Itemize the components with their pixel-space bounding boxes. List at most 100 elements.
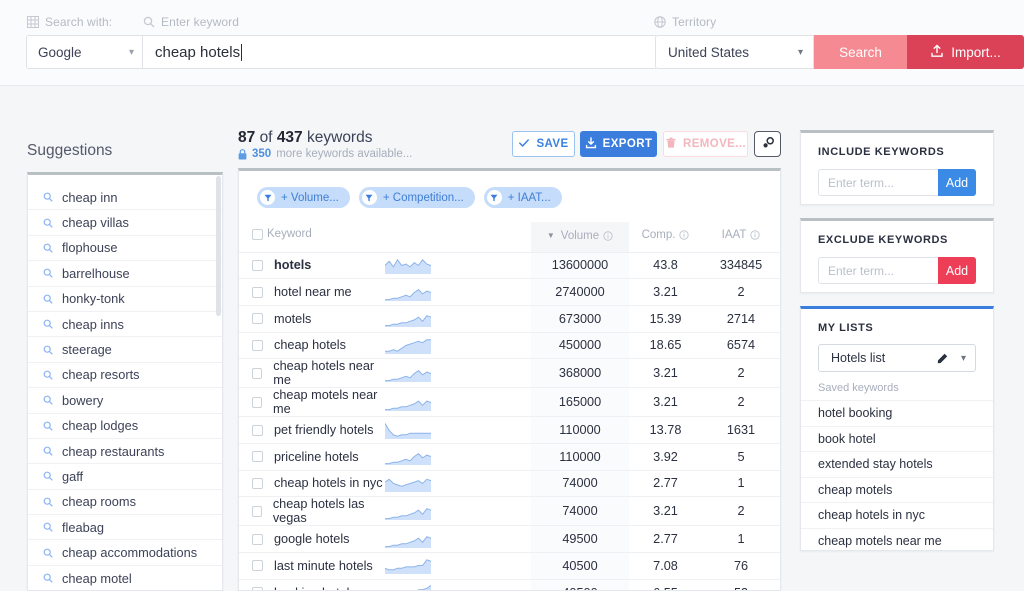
suggestion-label: cheap lodges — [62, 418, 138, 433]
column-keyword[interactable]: Keyword — [239, 222, 385, 252]
row-checkbox[interactable] — [252, 560, 263, 571]
table-row[interactable]: pet friendly hotels11000013.781631 — [239, 417, 780, 444]
suggestion-item[interactable]: cheap restaurants — [28, 439, 222, 464]
table-row[interactable]: cheap hotels las vegas740003.212 — [239, 497, 780, 526]
include-add-button[interactable]: Add — [938, 169, 976, 196]
settings-button[interactable] — [754, 131, 781, 157]
suggestion-item[interactable]: cheap villas — [28, 210, 222, 235]
table-row[interactable]: hotel near me27400003.212 — [239, 279, 780, 306]
saved-keyword-item[interactable]: hotel booking — [801, 400, 993, 426]
table-row[interactable]: cheap hotels45000018.656574 — [239, 332, 780, 359]
save-button[interactable]: SAVE — [512, 131, 575, 157]
row-checkbox[interactable] — [252, 260, 263, 271]
suggestion-item[interactable]: flophouse — [28, 236, 222, 261]
suggestion-item[interactable]: cheap accommodations — [28, 540, 222, 565]
locked-keywords-notice[interactable]: 350 more keywords available... — [238, 148, 412, 160]
remove-button[interactable]: REMOVE... — [663, 131, 748, 157]
table-row[interactable]: booking hotel405006.5553 — [239, 579, 780, 591]
chevron-down-icon[interactable]: ▾ — [961, 353, 966, 364]
column-competition[interactable]: Comp. — [629, 222, 702, 252]
suggestion-item[interactable]: cheap rooms — [28, 490, 222, 515]
my-lists-panel: MY LISTS Hotels list ▾ Saved keywords ho… — [800, 306, 994, 551]
table-row[interactable]: priceline hotels1100003.925 — [239, 443, 780, 470]
saved-keyword-item[interactable]: cheap hotels in nyc — [801, 502, 993, 528]
list-selector[interactable]: Hotels list ▾ — [818, 344, 976, 372]
table-row[interactable]: cheap hotels in nyc740002.771 — [239, 470, 780, 497]
keyword-text: motels — [274, 312, 311, 326]
suggestions-scrollbar[interactable] — [216, 176, 221, 316]
filter-chip[interactable]: + IAAT... — [484, 187, 562, 208]
cell-competition: 3.21 — [629, 279, 702, 306]
cell-keyword: cheap hotels near me — [239, 359, 385, 388]
suggestion-item[interactable]: barrelhouse — [28, 261, 222, 286]
suggestion-item[interactable]: gaff — [28, 464, 222, 489]
suggestion-label: cheap restaurants — [62, 444, 164, 459]
table-row[interactable]: motels67300015.392714 — [239, 305, 780, 332]
keyword-input[interactable]: cheap hotels — [143, 35, 658, 69]
suggestion-item[interactable]: steerage — [28, 337, 222, 362]
cell-iaat: 334845 — [702, 252, 780, 279]
exclude-add-button[interactable]: Add — [938, 257, 976, 284]
suggestion-item[interactable]: cheap motel — [28, 566, 222, 591]
suggestion-item[interactable]: honky-tonk — [28, 287, 222, 312]
suggestion-item[interactable]: bowery — [28, 388, 222, 413]
column-iaat[interactable]: IAAT — [702, 222, 780, 252]
trend-sparkline — [385, 337, 431, 354]
row-checkbox[interactable] — [252, 587, 263, 591]
cell-trend — [385, 332, 531, 359]
table-row[interactable]: hotels1360000043.8334845 — [239, 252, 780, 279]
info-icon[interactable] — [679, 230, 689, 240]
cell-trend — [385, 470, 531, 497]
suggestions-list: cheap inn cheap villas flophousebarrelhous… — [28, 175, 222, 591]
info-icon[interactable] — [750, 230, 760, 240]
table-row[interactable]: last minute hotels405007.0876 — [239, 553, 780, 580]
cell-trend — [385, 526, 531, 553]
exclude-term-input[interactable]: Enter term... — [818, 257, 938, 284]
row-checkbox[interactable] — [252, 451, 263, 462]
search-button[interactable]: Search — [814, 35, 907, 69]
row-checkbox[interactable] — [252, 368, 262, 379]
pencil-icon[interactable] — [937, 353, 948, 364]
suggestion-label: cheap villas — [62, 215, 129, 230]
row-checkbox[interactable] — [252, 313, 263, 324]
save-button-label: SAVE — [536, 138, 568, 150]
column-volume[interactable]: ▼ Volume — [531, 222, 629, 252]
suggestion-item[interactable]: fleabag — [28, 515, 222, 540]
row-checkbox[interactable] — [252, 397, 262, 408]
saved-keyword-item[interactable]: extended stay hotels — [801, 451, 993, 477]
saved-keyword-item[interactable]: cheap motels — [801, 477, 993, 503]
saved-keyword-item[interactable]: book hotel — [801, 426, 993, 452]
suggestion-item[interactable]: cheap inn — [28, 185, 222, 210]
search-engine-select[interactable]: Google ▾ — [26, 35, 143, 69]
keyword-text: hotel near me — [274, 285, 352, 299]
row-checkbox[interactable] — [252, 287, 263, 298]
row-checkbox[interactable] — [252, 534, 263, 545]
row-checkbox[interactable] — [252, 425, 263, 436]
suggestion-item[interactable]: cheap lodges — [28, 414, 222, 439]
export-button[interactable]: EXPORT — [580, 131, 657, 157]
cell-competition: 3.21 — [629, 388, 702, 417]
sort-desc-icon: ▼ — [547, 231, 555, 240]
row-checkbox[interactable] — [252, 478, 263, 489]
filter-chip[interactable]: + Volume... — [257, 187, 350, 208]
territory-select[interactable]: United States ▾ — [655, 35, 814, 69]
table-row[interactable]: cheap motels near me1650003.212 — [239, 388, 780, 417]
info-icon[interactable] — [603, 231, 613, 241]
row-checkbox[interactable] — [252, 506, 262, 517]
cell-volume: 74000 — [531, 497, 629, 526]
saved-keyword-item[interactable]: cheap motels near me — [801, 528, 993, 554]
select-all-checkbox[interactable] — [252, 229, 263, 240]
chevron-down-icon: ▾ — [129, 47, 134, 58]
trend-sparkline — [385, 365, 431, 382]
row-checkbox[interactable] — [252, 340, 263, 351]
table-row[interactable]: cheap hotels near me3680003.212 — [239, 359, 780, 388]
table-row[interactable]: google hotels495002.771 — [239, 526, 780, 553]
include-term-input[interactable]: Enter term... — [818, 169, 938, 196]
import-button[interactable]: Import... — [907, 35, 1024, 69]
keyword-count-selected: 87 — [238, 129, 255, 146]
include-keywords-panel: INCLUDE KEYWORDS Enter term... Add — [800, 130, 994, 205]
filter-chip[interactable]: + Competition... — [359, 187, 475, 208]
suggestion-item[interactable]: cheap resorts — [28, 363, 222, 388]
suggestion-label: cheap resorts — [62, 367, 140, 382]
suggestion-item[interactable]: cheap inns — [28, 312, 222, 337]
